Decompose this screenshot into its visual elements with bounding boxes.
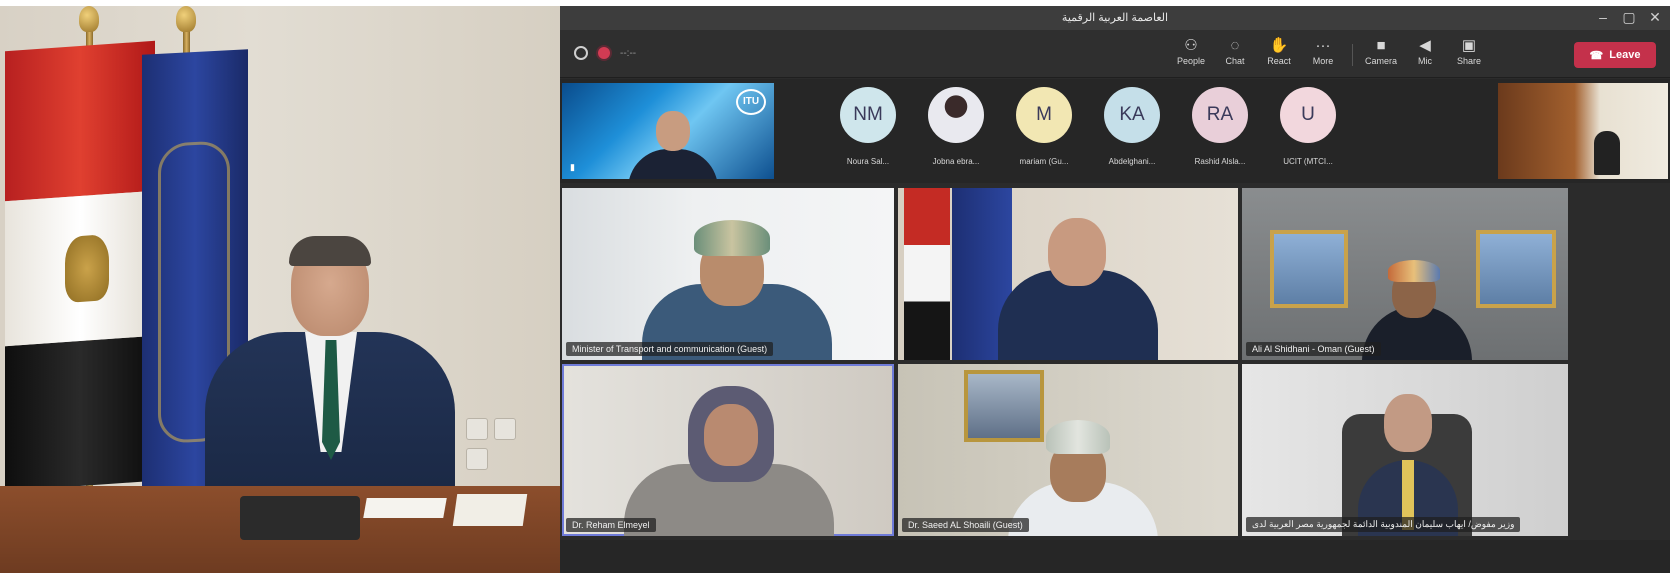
avatar: M [1016, 87, 1072, 143]
participant-name-tag: Dr. Saeed AL Shoaili (Guest) [902, 518, 1029, 532]
meeting-toolbar: --:-- ⚇ People ◌ Chat ✋ React ··· More ■… [560, 30, 1670, 78]
minimize-icon[interactable]: – [1592, 9, 1614, 25]
recording-icon [598, 47, 610, 59]
share-button[interactable]: ▣ Share [1448, 36, 1490, 66]
chat-icon: ◌ [1230, 37, 1240, 54]
avatar: NM [840, 87, 896, 143]
participant-name-tag: وزير مفوض/ ايهاب سليمان المندوبية الدائم… [1246, 517, 1521, 532]
meeting-timer: --:-- [620, 47, 637, 59]
more-button[interactable]: ··· More [1302, 36, 1344, 66]
people-icon: ⚇ [1184, 37, 1198, 54]
wall-outlet [494, 418, 516, 440]
title-bar: العاصمة العربية الرقمية – ▢ ✕ [560, 6, 1670, 30]
share-icon: ▣ [1461, 37, 1477, 54]
eagle-emblem [65, 233, 109, 303]
participant-name-tag: Dr. Reham Elmeyel [566, 518, 656, 532]
participant-avatar[interactable]: NM Noura Sal... [826, 87, 910, 166]
itu-logo: ITU [736, 89, 766, 115]
avatar: KA [1104, 87, 1160, 143]
participant-video-room[interactable] [1498, 83, 1668, 179]
participant-name-tag: Minister of Transport and communication … [566, 342, 774, 356]
window-bottom-edge [560, 540, 1670, 573]
video-tile-active-speaker[interactable]: Dr. Reham Elmeyel [562, 364, 894, 536]
close-icon[interactable]: ✕ [1644, 9, 1666, 26]
minister-person [205, 236, 465, 502]
participant-name: Jobna ebra... [932, 157, 980, 166]
chat-button[interactable]: ◌ Chat [1214, 36, 1256, 66]
participant-name: Rashid Alsla... [1194, 157, 1246, 166]
teams-meeting-window: العاصمة العربية الرقمية – ▢ ✕ --:-- ⚇ Pe… [560, 6, 1670, 573]
participant-video-itu[interactable]: ITU ▮ [562, 83, 774, 179]
laptop [240, 496, 360, 540]
paper [452, 494, 528, 526]
wall-outlet [466, 448, 488, 470]
participant-name: Noura Sal... [846, 157, 890, 166]
flag-finial [176, 6, 196, 32]
shield-icon[interactable] [574, 46, 588, 60]
maximize-icon[interactable]: ▢ [1618, 9, 1640, 26]
participant-avatar[interactable]: M mariam (Gu... [1002, 87, 1086, 166]
participant-avatar[interactable]: RA Rashid Alsla... [1178, 87, 1262, 166]
participant-name: mariam (Gu... [1019, 157, 1069, 166]
window-title: العاصمة العربية الرقمية [1061, 12, 1169, 24]
more-icon: ··· [1315, 37, 1331, 54]
participant-strip: ITU ▮ NM Noura Sal... Jobna ebra... M ma… [560, 79, 1670, 183]
wall-outlet [466, 418, 488, 440]
people-button[interactable]: ⚇ People [1170, 36, 1212, 66]
participant-avatar[interactable]: Jobna ebra... [914, 87, 998, 166]
camera-button[interactable]: ■ Camera [1360, 36, 1402, 66]
mic-button[interactable]: ◀ Mic [1404, 36, 1446, 66]
flag-finial [79, 6, 99, 32]
participant-avatar[interactable]: U UCIT (MTCI... [1266, 87, 1350, 166]
react-button[interactable]: ✋ React [1258, 36, 1300, 66]
video-tile[interactable]: Dr. Saeed AL Shoaili (Guest) [898, 364, 1238, 536]
camera-icon: ■ [1376, 37, 1386, 54]
avatar: U [1280, 87, 1336, 143]
phone-hangup-icon: ☎ [1589, 49, 1604, 62]
participant-name-tag: Ali Al Shidhani - Oman (Guest) [1246, 342, 1381, 356]
participant-person [628, 111, 718, 179]
video-tile[interactable]: Ali Al Shidhani - Oman (Guest) [1242, 188, 1568, 360]
participant-name: Abdelghani... [1108, 157, 1156, 166]
egypt-flag [5, 40, 155, 492]
video-tile[interactable]: وزير مفوض/ ايهاب سليمان المندوبية الدائم… [1242, 364, 1568, 536]
participant-person [1594, 131, 1620, 175]
avatar-photo [928, 87, 984, 143]
press-photo [0, 6, 560, 573]
paper [363, 498, 447, 518]
video-tile[interactable]: Minister of Transport and communication … [562, 188, 894, 360]
participant-avatar[interactable]: KA Abdelghani... [1090, 87, 1174, 166]
desk [0, 486, 560, 573]
video-tile[interactable] [898, 188, 1238, 360]
mic-icon: ◀ [1419, 37, 1431, 54]
avatar: RA [1192, 87, 1248, 143]
participant-name: UCIT (MTCI... [1283, 157, 1333, 166]
leave-button[interactable]: ☎ Leave [1574, 42, 1656, 68]
mic-muted-icon: ▮ [570, 162, 575, 172]
toolbar-divider [1352, 44, 1353, 66]
react-icon: ✋ [1269, 37, 1289, 54]
